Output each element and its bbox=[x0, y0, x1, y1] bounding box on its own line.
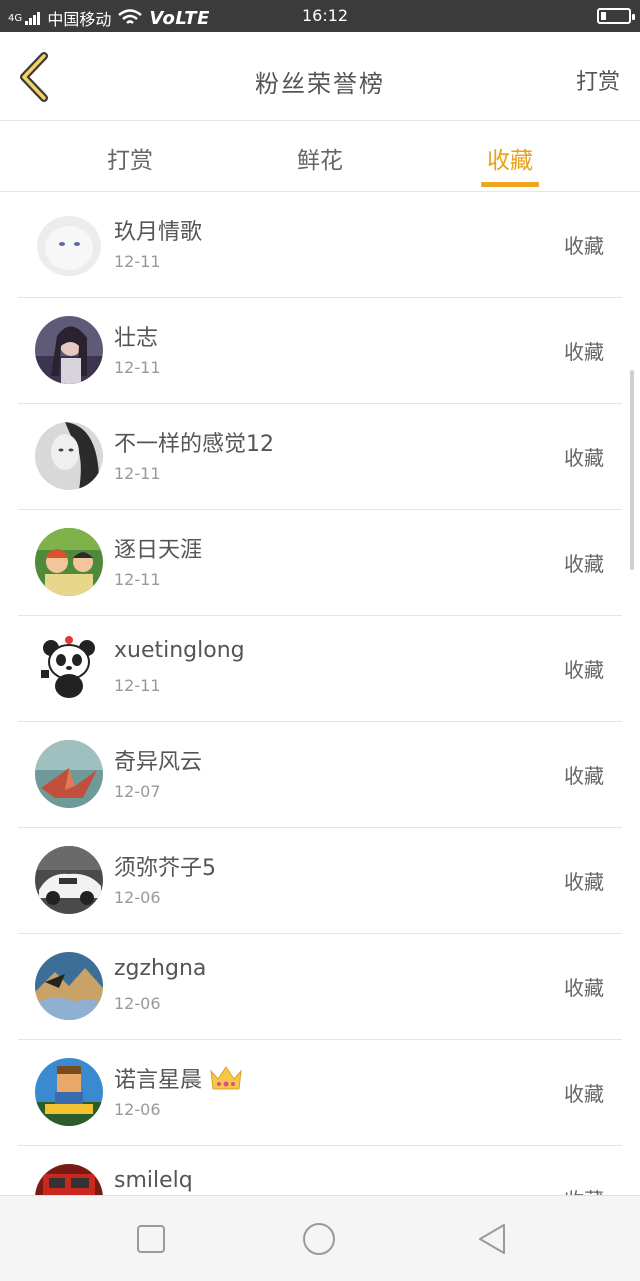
avatar bbox=[35, 316, 103, 384]
list-item[interactable]: 玖月情歌 12-11 收藏 bbox=[18, 192, 622, 298]
square-icon bbox=[137, 1225, 165, 1253]
favorite-label: 收藏 bbox=[564, 658, 604, 682]
scrollbar[interactable] bbox=[630, 370, 634, 570]
avatar bbox=[35, 952, 103, 1020]
tab-flowers[interactable]: 鲜花 bbox=[297, 141, 343, 175]
favorite-label: 收藏 bbox=[564, 552, 604, 576]
item-date: 12-07 bbox=[114, 782, 161, 801]
favorite-label: 收藏 bbox=[564, 446, 604, 470]
game-character-avatar-icon bbox=[35, 1058, 103, 1126]
favorite-label: 收藏 bbox=[564, 976, 604, 1000]
user-name: 逐日天涯 bbox=[114, 538, 203, 563]
home-button[interactable] bbox=[302, 1222, 336, 1256]
list-item[interactable]: zgzhgna 12-06 收藏 bbox=[18, 934, 622, 1040]
circle-icon bbox=[303, 1223, 335, 1255]
item-date: 12-06 bbox=[114, 888, 161, 907]
battery-icon bbox=[597, 8, 635, 24]
avatar bbox=[35, 422, 103, 490]
status-left: 4G 中国移动 VoLTE bbox=[8, 6, 210, 30]
item-date: 12-11 bbox=[114, 464, 161, 483]
panda-avatar-icon bbox=[35, 634, 103, 702]
avatar bbox=[35, 846, 103, 914]
status-time: 16:12 bbox=[302, 6, 349, 25]
user-name: zgzhgna bbox=[114, 956, 207, 981]
favorite-label: 收藏 bbox=[564, 1184, 604, 1195]
user-name: 不一样的感觉12 bbox=[114, 432, 274, 457]
active-tab-indicator bbox=[481, 182, 539, 187]
page-title: 粉丝荣誉榜 bbox=[255, 70, 385, 98]
reward-button[interactable]: 打赏 bbox=[576, 64, 620, 96]
list-item[interactable]: 须弥芥子5 12-06 收藏 bbox=[18, 828, 622, 934]
landscape-avatar-icon bbox=[35, 952, 103, 1020]
avatar bbox=[35, 1058, 103, 1126]
favorite-label: 收藏 bbox=[564, 340, 604, 364]
avatar bbox=[35, 210, 103, 278]
signal-bars-icon bbox=[25, 12, 41, 25]
wifi-icon bbox=[118, 9, 143, 24]
red-truck-avatar-icon bbox=[35, 1164, 103, 1195]
list-item[interactable]: xuetinglong 12-11 收藏 bbox=[18, 616, 622, 722]
list-item[interactable]: 逐日天涯 12-11 收藏 bbox=[18, 510, 622, 616]
woman-monochrome-avatar-icon bbox=[35, 422, 103, 490]
list-item[interactable]: smilelq 收藏 bbox=[18, 1146, 622, 1195]
recent-apps-button[interactable] bbox=[134, 1222, 168, 1256]
back-nav-button[interactable] bbox=[476, 1222, 510, 1256]
carrier-name: 中国移动 bbox=[47, 10, 112, 29]
sports-car-avatar-icon bbox=[35, 846, 103, 914]
user-name: 玖月情歌 bbox=[114, 220, 203, 245]
volte-label: VoLTE bbox=[149, 7, 210, 29]
favorite-label: 收藏 bbox=[564, 1082, 604, 1106]
avatar bbox=[35, 1164, 103, 1195]
user-name: 诺言星晨 bbox=[114, 1062, 243, 1094]
avatar bbox=[35, 740, 103, 808]
list-item[interactable]: 奇异风云 12-07 收藏 bbox=[18, 722, 622, 828]
item-date: 12-06 bbox=[114, 994, 161, 1013]
system-nav-bar bbox=[0, 1195, 640, 1281]
paper-crane-avatar-icon bbox=[35, 740, 103, 808]
list-item[interactable]: 不一样的感觉12 12-11 收藏 bbox=[18, 404, 622, 510]
list-item[interactable]: 诺言星晨 12-06 收藏 bbox=[18, 1040, 622, 1146]
user-name: 奇异风云 bbox=[114, 750, 203, 775]
user-name-text: 诺言星晨 bbox=[114, 1068, 203, 1093]
signal-icon: 4G bbox=[8, 11, 41, 25]
crown-icon bbox=[210, 1066, 242, 1090]
item-date: 12-11 bbox=[114, 676, 161, 695]
tab-reward[interactable]: 打赏 bbox=[107, 141, 153, 175]
avatar bbox=[35, 634, 103, 702]
white-cat-avatar-icon bbox=[35, 210, 103, 278]
item-date: 12-11 bbox=[114, 252, 161, 271]
cartoon-kids-avatar-icon bbox=[35, 528, 103, 596]
user-name: xuetinglong bbox=[114, 638, 245, 663]
item-date: 12-11 bbox=[114, 570, 161, 589]
item-date: 12-11 bbox=[114, 358, 161, 377]
triangle-back-icon bbox=[479, 1224, 505, 1254]
avatar bbox=[35, 528, 103, 596]
girl-portrait-avatar-icon bbox=[35, 316, 103, 384]
favorite-label: 收藏 bbox=[564, 234, 604, 258]
favorite-label: 收藏 bbox=[564, 764, 604, 788]
fan-list: 玖月情歌 12-11 收藏 壮志 12-11 收藏 不一样的感觉12 12-11… bbox=[0, 192, 640, 1195]
tab-bar: 打赏 鲜花 收藏 bbox=[0, 121, 640, 192]
user-name: 须弥芥子5 bbox=[114, 856, 216, 881]
status-bar: 4G 中国移动 VoLTE 16:12 bbox=[0, 0, 640, 32]
network-type: 4G bbox=[8, 13, 23, 24]
battery-fill bbox=[601, 12, 606, 20]
user-name: smilelq bbox=[114, 1168, 193, 1193]
list-item[interactable]: 壮志 12-11 收藏 bbox=[18, 298, 622, 404]
user-name: 壮志 bbox=[114, 326, 159, 351]
item-date: 12-06 bbox=[114, 1100, 161, 1119]
tab-favorites[interactable]: 收藏 bbox=[487, 141, 533, 175]
header: 粉丝荣誉榜 打赏 bbox=[0, 32, 640, 121]
favorite-label: 收藏 bbox=[564, 870, 604, 894]
